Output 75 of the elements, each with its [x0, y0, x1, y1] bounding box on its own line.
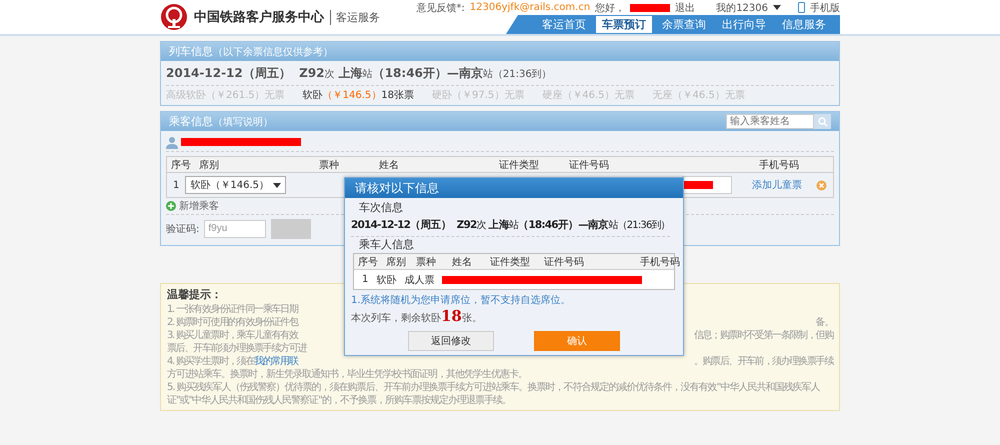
passenger-search-field[interactable]: 输入乘客姓名 — [726, 114, 814, 129]
greeting-text: 您好， — [595, 2, 626, 14]
column-header: 席别 — [198, 158, 220, 172]
tip-text: 2. 购票时可使用的有效身份证件包 — [167, 316, 300, 329]
section-title: 客运服务 — [330, 10, 380, 24]
captcha-field[interactable]: f9yu — [204, 220, 266, 238]
column-header: 姓名 — [378, 158, 400, 172]
column-header: 票种 — [415, 256, 437, 268]
confirm-button[interactable]: 确认 — [534, 331, 620, 351]
seat-availability: 硬座（￥46.5）无票 — [542, 88, 635, 102]
seat-availability: 硬卧（￥97.5）无票 — [432, 89, 524, 102]
tips-title: 温馨提示： — [167, 287, 222, 302]
tip-text: 信息；购票时不受第一条限制，但购 — [694, 329, 833, 342]
column-header: 证件类型 — [498, 158, 540, 172]
nav-tab[interactable]: 客运首页 — [536, 16, 592, 33]
section-heading: 车次信息 — [358, 200, 404, 215]
mobile-link[interactable]: 手机版 — [810, 0, 840, 14]
add-child-ticket-link[interactable]: 添加儿童票 — [752, 178, 802, 192]
phone-field[interactable] — [682, 176, 732, 194]
my-account-link[interactable]: 我的12306 — [716, 0, 768, 14]
row-number: 1 — [173, 180, 180, 190]
column-header: 证件号码 — [543, 256, 585, 268]
logout-link[interactable]: 退出 — [675, 0, 696, 14]
remove-icon[interactable] — [816, 180, 827, 190]
add-icon[interactable] — [166, 201, 176, 211]
nav-tab[interactable]: 信息服务 — [776, 16, 832, 33]
column-header: 手机号码 — [639, 256, 680, 268]
tip-text: 票后、开车前须办理换票手续方可进 — [167, 342, 308, 355]
captcha-label: 验证码: — [166, 222, 200, 236]
contacts-link[interactable]: 我的常用联 — [254, 356, 298, 367]
redaction-bar — [630, 4, 670, 12]
column-header: 席别 — [385, 256, 407, 268]
column-header: 姓名 — [451, 256, 473, 268]
phone-icon — [798, 2, 805, 13]
tip-text: 3. 购买儿童票时，乘车儿童有有效 — [167, 329, 300, 342]
seat-availability: 软卧（￥146.5）18张票 — [302, 88, 414, 102]
nav-tab[interactable]: 出行向导 — [716, 16, 772, 33]
tip-text: 备。 — [816, 316, 833, 329]
seat-availability: 无座（￥46.5）无票 — [652, 88, 745, 102]
table-cell-text: 软卧 — [376, 274, 396, 286]
column-header: 证件号码 — [568, 158, 610, 172]
tip-text: 方可进站乘车。换票时，新生凭录取通知书，毕业生凭学校书面证明，其他凭学生优惠卡。 — [167, 368, 528, 381]
table-cell-text: 成人票 — [404, 274, 434, 286]
train-summary: 2014-12-12（周五） Z92次 上海站（18:46开）—南京站（21:36到） — [166, 63, 834, 86]
tip-text: 。购票后、开车前，须办理换票手续 — [694, 355, 833, 368]
tip-text: 4. 购买学生票时，须在我的常用联 — [167, 355, 300, 368]
add-passenger-link[interactable]: 新增乘客 — [179, 199, 219, 213]
column-header: 手机号码 — [758, 158, 800, 172]
dialog-title: 请核对以下信息 — [345, 178, 683, 198]
table-cell: 1 — [362, 274, 368, 285]
tip-text: 1. 一张有效身份证件同一乘车日期 — [167, 303, 300, 316]
feedback-email-link[interactable]: 12306yjfk@rails.com.cn — [470, 2, 590, 13]
person-icon — [166, 136, 178, 148]
section-heading: 乘车人信息 — [358, 237, 415, 252]
column-header: 序号 — [357, 256, 379, 268]
caret-icon — [773, 5, 781, 10]
column-header: 证件类型 — [489, 256, 531, 268]
nav-tab[interactable]: 余票查询 — [656, 16, 712, 33]
panel-title: 列车信息（以下余票信息仅供参考） — [169, 44, 333, 59]
panel-title: 乘客信息（填写说明） — [169, 114, 273, 129]
nav-tab[interactable]: 车票预订 — [596, 16, 652, 33]
seat-note: 1.系统将随机为您申请席位，暂不支持自选席位。 — [351, 294, 572, 308]
column-header: 序号 — [170, 158, 192, 172]
railway-logo — [160, 3, 188, 31]
site-title: 中国铁路客户服务中心 — [194, 8, 324, 26]
seat-availability: 高级软卧（￥261.5）无票 — [166, 88, 285, 102]
train-summary: 2014-12-12（周五） Z92次 上海站（18:46开）—南京站（21:36到） — [351, 215, 670, 237]
tip-text: 5. 购买残疾军人（伤残警察）优待票的，须在购票后、开车前办理换票手续方可进站乘车。换票时，不符合规定的减价优待条件，没有有效"中华人民共和国残疾军人证"或"中华人民共和国伤残人民警察证"的，不予换票，所购车票按规定办理退票手续。 — [167, 381, 821, 407]
feedback-label: 意见反馈*: — [416, 2, 465, 14]
back-button[interactable]: 返回修改 — [408, 331, 494, 351]
seat-select[interactable]: 软卧（￥146.5） — [185, 176, 286, 194]
search-icon — [818, 116, 828, 126]
column-header: 票种 — [318, 158, 340, 172]
remaining-tickets-text: 本次列车，剩余软卧18张。 — [351, 308, 483, 327]
caret-icon — [273, 182, 282, 188]
